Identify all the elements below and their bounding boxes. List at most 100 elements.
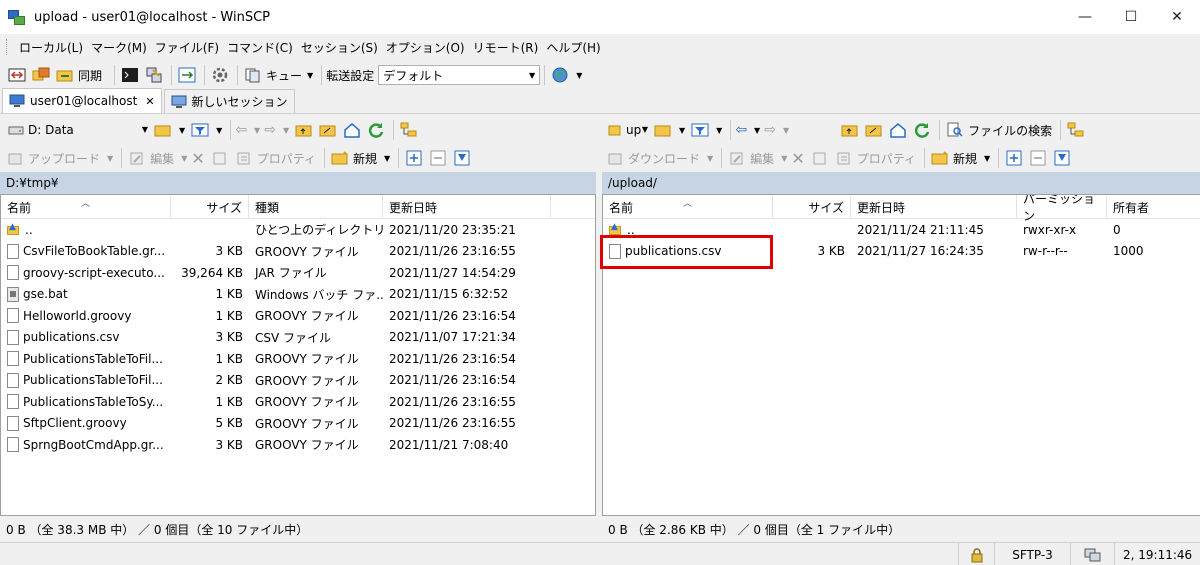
- remote-col-size[interactable]: サイズ: [773, 195, 851, 219]
- sync-label[interactable]: 同期: [78, 67, 102, 84]
- table-row[interactable]: Helloworld.groovy 1 KB GROOVY ファイル 2021/11/…: [1, 305, 595, 327]
- back-icon[interactable]: ⇦: [235, 122, 247, 138]
- root-dir-icon[interactable]: [317, 119, 339, 141]
- upload-button[interactable]: アップロード: [28, 150, 100, 167]
- chevron-down-icon[interactable]: ▼: [984, 154, 990, 163]
- menu-file[interactable]: ファイル(F): [151, 39, 223, 56]
- chevron-down-icon[interactable]: ▼: [716, 126, 722, 135]
- table-row[interactable]: publications.csv 3 KB CSV ファイル 2021/11/07 1…: [1, 327, 595, 349]
- queue-icon[interactable]: [242, 64, 264, 86]
- find-files-button[interactable]: ファイルの検索: [968, 122, 1052, 139]
- find-files-icon[interactable]: [944, 119, 966, 141]
- select-plus-icon[interactable]: [1003, 147, 1025, 169]
- menu-command[interactable]: コマンド(C): [223, 39, 297, 56]
- local-col-changed[interactable]: 更新日時: [383, 195, 551, 219]
- table-row[interactable]: ▲.. ひとつ上のディレクトリ 2021/11/20 23:35:21: [1, 219, 595, 241]
- properties-icon[interactable]: [233, 147, 255, 169]
- rename-icon[interactable]: [209, 147, 231, 169]
- delete-icon[interactable]: ✕: [791, 149, 804, 168]
- terminal-icon[interactable]: [119, 64, 141, 86]
- chevron-down-icon[interactable]: ▼: [283, 126, 289, 135]
- edit-icon[interactable]: [726, 147, 748, 169]
- compare-dirs-icon[interactable]: [6, 64, 28, 86]
- menu-options[interactable]: オプション(O): [382, 39, 469, 56]
- refresh-icon[interactable]: [911, 119, 933, 141]
- select-filter-icon[interactable]: [1051, 147, 1073, 169]
- synchronize-icon[interactable]: [54, 64, 76, 86]
- home-icon[interactable]: [887, 119, 909, 141]
- chevron-down-icon[interactable]: ▼: [107, 154, 113, 163]
- putty-icon[interactable]: [143, 64, 165, 86]
- table-row[interactable]: CsvFileToBookTable.gr... 3 KB GROOVY ファイル 2…: [1, 241, 595, 263]
- gear-icon[interactable]: [209, 64, 231, 86]
- edit-button[interactable]: 編集: [150, 150, 174, 167]
- root-dir-icon[interactable]: [863, 119, 885, 141]
- new-folder-icon[interactable]: [929, 147, 951, 169]
- chevron-down-icon[interactable]: ▼: [781, 154, 787, 163]
- maximize-button[interactable]: ☐: [1108, 0, 1154, 34]
- close-button[interactable]: ✕: [1154, 0, 1200, 34]
- menu-local[interactable]: ローカル(L): [15, 39, 87, 56]
- delete-icon[interactable]: ✕: [191, 149, 204, 168]
- menu-mark[interactable]: マーク(M): [87, 39, 151, 56]
- chevron-down-icon[interactable]: ▼: [254, 126, 260, 135]
- local-col-type[interactable]: 種類: [249, 195, 383, 219]
- properties-button[interactable]: プロパティ: [257, 150, 316, 167]
- chevron-down-icon[interactable]: ▼: [707, 154, 713, 163]
- chevron-down-icon[interactable]: ▼: [754, 126, 760, 135]
- local-col-size[interactable]: サイズ: [171, 195, 249, 219]
- chevron-down-icon[interactable]: ▼: [384, 154, 390, 163]
- chevron-down-icon[interactable]: ▼: [181, 154, 187, 163]
- remote-dir-select[interactable]: up ▼: [604, 120, 652, 140]
- chevron-down-icon[interactable]: ▼: [576, 71, 582, 80]
- home-icon[interactable]: [341, 119, 363, 141]
- new-button[interactable]: 新規: [353, 150, 377, 167]
- local-col-name[interactable]: 名前 ︿: [1, 195, 171, 219]
- table-row[interactable]: PublicationsTableToFil... 1 KB GROOVY ファイル…: [1, 348, 595, 370]
- select-plus-icon[interactable]: [403, 147, 425, 169]
- close-icon[interactable]: ✕: [145, 95, 154, 108]
- new-folder-icon[interactable]: [329, 147, 351, 169]
- table-row[interactable]: PublicationsTableToSy... 1 KB GROOVY ファイル 2…: [1, 391, 595, 413]
- filter-icon[interactable]: [189, 119, 211, 141]
- table-row[interactable]: groovy-script-executo... 39,264 KB JAR ファイ…: [1, 262, 595, 284]
- table-row[interactable]: SftpClient.groovy 5 KB GROOVY ファイル 2021/11/…: [1, 413, 595, 435]
- tab-session[interactable]: user01@localhost ✕: [2, 88, 162, 113]
- rename-icon[interactable]: [809, 147, 831, 169]
- chevron-down-icon[interactable]: ▼: [783, 126, 789, 135]
- remote-col-name[interactable]: 名前 ︿: [603, 195, 773, 219]
- select-minus-icon[interactable]: [427, 147, 449, 169]
- chevron-down-icon[interactable]: ▼: [307, 71, 313, 80]
- menu-remote[interactable]: リモート(R): [469, 39, 543, 56]
- table-row[interactable]: SprngBootCmdApp.gr... 3 KB GROOVY ファイル 2021…: [1, 434, 595, 456]
- remote-col-changed[interactable]: 更新日時: [851, 195, 1017, 219]
- chevron-down-icon[interactable]: ▼: [179, 126, 185, 135]
- download-button[interactable]: ダウンロード: [628, 150, 700, 167]
- open-folder-icon[interactable]: [652, 119, 674, 141]
- tree-icon[interactable]: [398, 119, 420, 141]
- transfer-settings-select[interactable]: デフォルト ▼: [378, 65, 541, 85]
- queue-label[interactable]: キュー: [266, 67, 302, 84]
- remote-col-owner[interactable]: 所有者: [1107, 195, 1200, 219]
- menu-help[interactable]: ヘルプ(H): [542, 39, 604, 56]
- parent-dir-icon[interactable]: [839, 119, 861, 141]
- local-file-list[interactable]: 名前 ︿ サイズ 種類 更新日時 ▲.. ひとつ上のディレクトリ 2021/11/20…: [0, 194, 596, 516]
- select-minus-icon[interactable]: [1027, 147, 1049, 169]
- globe-icon[interactable]: [549, 64, 571, 86]
- menu-session[interactable]: セッション(S): [297, 39, 382, 56]
- upload-icon[interactable]: [4, 147, 26, 169]
- forward-icon[interactable]: ⇨: [764, 122, 776, 138]
- parent-dir-icon[interactable]: [293, 119, 315, 141]
- open-folder-icon[interactable]: [152, 119, 174, 141]
- refresh-icon[interactable]: [365, 119, 387, 141]
- table-row[interactable]: PublicationsTableToFil... 2 KB GROOVY ファイル…: [1, 370, 595, 392]
- back-icon[interactable]: ⇦: [735, 122, 747, 138]
- table-row[interactable]: gse.bat 1 KB Windows バッチ ファ... 2021/11/15 6…: [1, 284, 595, 306]
- minimize-button[interactable]: —: [1062, 0, 1108, 34]
- properties-button[interactable]: プロパティ: [857, 150, 916, 167]
- chevron-down-icon[interactable]: ▼: [216, 126, 222, 135]
- synchronize-browsing-icon[interactable]: [30, 64, 52, 86]
- filter-icon[interactable]: [689, 119, 711, 141]
- chevron-down-icon[interactable]: ▼: [679, 126, 685, 135]
- edit-button[interactable]: 編集: [750, 150, 774, 167]
